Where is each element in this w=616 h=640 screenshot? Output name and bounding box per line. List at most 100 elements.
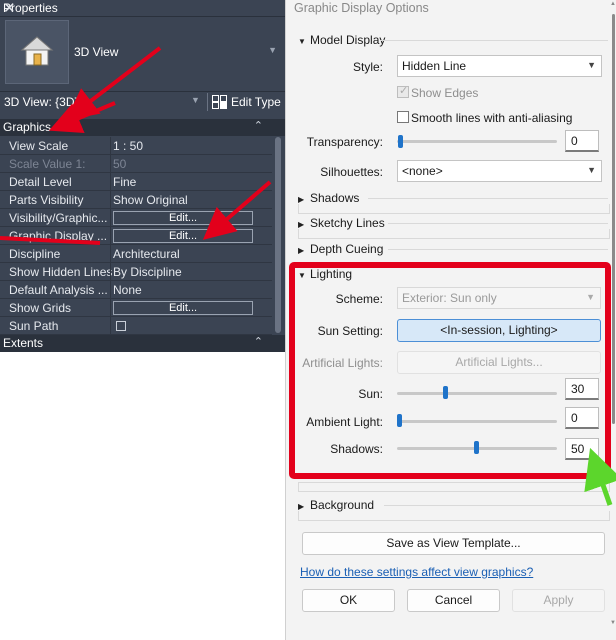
ok-button[interactable]: OK [302, 589, 395, 612]
section-frame [298, 511, 610, 521]
column-divider [110, 173, 111, 191]
scroll-down-icon[interactable]: ▼ [610, 620, 616, 626]
save-as-view-template-button[interactable]: Save as View Template... [302, 532, 605, 555]
scroll-up-icon[interactable]: ▲ [610, 1, 616, 7]
expand-triangle-icon: ▶ [298, 195, 305, 204]
column-divider [110, 317, 111, 335]
dialog-scrollbar[interactable]: ▲ ▼ [610, 0, 616, 640]
graphics-section-header[interactable]: Graphics ⌃ [0, 119, 285, 136]
property-row[interactable]: View Scale 1 : 50 [0, 137, 272, 155]
edit-type-label: Edit Type [231, 95, 281, 109]
type-selector[interactable]: 3D View ▼ [0, 17, 285, 91]
ambient-light-slider-thumb[interactable] [397, 414, 402, 427]
property-value: Show Original [113, 193, 188, 207]
expand-triangle-icon: ▶ [298, 502, 305, 511]
property-row[interactable]: Discipline Architectural [0, 245, 272, 263]
edit-type-icon [212, 95, 227, 109]
sun-path-checkbox[interactable] [116, 321, 126, 331]
type-thumbnail [5, 20, 69, 84]
view-selector[interactable]: 3D View: {3D} [4, 95, 79, 109]
chevron-down-icon[interactable]: ▼ [191, 95, 200, 105]
collapse-triangle-icon: ▼ [298, 37, 306, 46]
shadows-input[interactable]: 50 [565, 438, 599, 460]
collapse-icon[interactable]: ⌃ [254, 119, 263, 132]
sun-setting-button[interactable]: <In-session, Lighting> [397, 319, 601, 342]
section-frame [298, 229, 610, 239]
sun-input[interactable]: 30 [565, 378, 599, 400]
show-edges-label: Show Edges [411, 86, 479, 100]
properties-table: View Scale 1 : 50 Scale Value 1: 50 Detail L… [0, 137, 272, 335]
scheme-select[interactable]: Exterior: Sun only ▼ [397, 287, 601, 309]
column-divider [110, 281, 111, 299]
shadows-slider-thumb[interactable] [474, 441, 479, 454]
property-key: Detail Level [9, 175, 72, 189]
silhouettes-select[interactable]: <none> ▼ [397, 160, 602, 182]
graphics-section-title: Graphics [3, 120, 52, 134]
property-row[interactable]: Detail Level Fine [0, 173, 272, 191]
sun-label: Sun: [358, 387, 383, 401]
property-value: None [113, 283, 142, 297]
transparency-input[interactable]: 0 [565, 130, 599, 152]
cancel-button[interactable]: Cancel [407, 589, 500, 612]
extents-section-title: Extents [3, 336, 44, 350]
view-row: 3D View: {3D} ▼ Edit Type [0, 91, 285, 112]
properties-scrollbar[interactable] [273, 137, 283, 337]
property-key: Sun Path [9, 319, 59, 333]
help-link[interactable]: How do these settings affect view graphi… [300, 565, 533, 579]
dropdown-caret-icon[interactable]: ▼ [268, 45, 277, 55]
edit-button[interactable]: Edit... [113, 211, 253, 225]
chevron-down-icon: ▼ [587, 60, 596, 70]
property-key: Default Analysis ... [9, 283, 108, 297]
extents-section-header[interactable]: Extents ⌃ [0, 335, 285, 352]
style-select[interactable]: Hidden Line ▼ [397, 55, 602, 77]
property-key: Visibility/Graphic... [9, 211, 108, 225]
property-row[interactable]: Show Hidden Lines By Discipline [0, 263, 272, 281]
sun-slider-thumb[interactable] [443, 386, 448, 399]
divider [380, 40, 608, 41]
artificial-lights-button[interactable]: Artificial Lights... [397, 351, 601, 374]
artificial-lights-label: Artificial Lights: [302, 356, 383, 370]
style-label: Style: [352, 60, 383, 74]
smooth-lines-label: Smooth lines with anti-aliasing [411, 111, 573, 125]
column-divider [110, 137, 111, 155]
property-row[interactable]: Scale Value 1: 50 [0, 155, 272, 173]
collapse-triangle-icon: ▼ [298, 271, 306, 280]
ambient-light-input[interactable]: 0 [565, 407, 599, 429]
depth-cueing-header[interactable]: ▶ Depth Cueing [298, 242, 610, 257]
property-row[interactable]: Sun Path [0, 317, 272, 335]
silhouettes-label: Silhouettes: [320, 165, 383, 179]
property-row[interactable]: Visibility/Graphic... Edit... [0, 209, 272, 227]
property-row[interactable]: Show Grids Edit... [0, 299, 272, 317]
lighting-header[interactable]: ▼ Lighting [298, 267, 610, 282]
property-row[interactable]: Default Analysis ... None [0, 281, 272, 299]
property-key: Show Hidden Lines [9, 265, 112, 279]
property-value: Fine [113, 175, 137, 189]
collapse-icon[interactable]: ⌃ [254, 335, 263, 348]
edit-button[interactable]: Edit... [113, 301, 253, 315]
properties-palette: Properties ✕ 3D View ▼ 3D View: {3D} ▼ E… [0, 0, 285, 352]
property-key: View Scale [9, 139, 69, 153]
transparency-slider[interactable] [397, 140, 557, 143]
smooth-lines-checkbox[interactable] [397, 111, 409, 123]
close-icon[interactable]: ✕ [3, 0, 283, 17]
column-divider [110, 191, 111, 209]
ambient-light-slider[interactable] [397, 420, 557, 423]
apply-button[interactable]: Apply [512, 589, 605, 612]
edit-button[interactable]: Edit... [113, 229, 253, 243]
property-value: 1 : 50 [113, 139, 144, 153]
sun-slider[interactable] [397, 392, 557, 395]
scheme-label: Scheme: [335, 292, 383, 306]
divider [384, 505, 608, 506]
column-divider [110, 209, 111, 227]
scrollbar-thumb[interactable] [275, 137, 281, 333]
transparency-label: Transparency: [306, 135, 383, 149]
edit-type-button[interactable]: Edit Type [207, 93, 281, 111]
property-key: Parts Visibility [9, 193, 84, 207]
transparency-slider-thumb[interactable] [398, 135, 403, 148]
divider [388, 249, 608, 250]
model-display-header[interactable]: ▼ Model Display [298, 33, 610, 48]
property-row[interactable]: Graphic Display ... Edit... [0, 227, 272, 245]
property-row[interactable]: Parts Visibility Show Original [0, 191, 272, 209]
show-edges-checkbox[interactable] [397, 84, 409, 98]
scrollbar-thumb[interactable] [612, 14, 615, 424]
